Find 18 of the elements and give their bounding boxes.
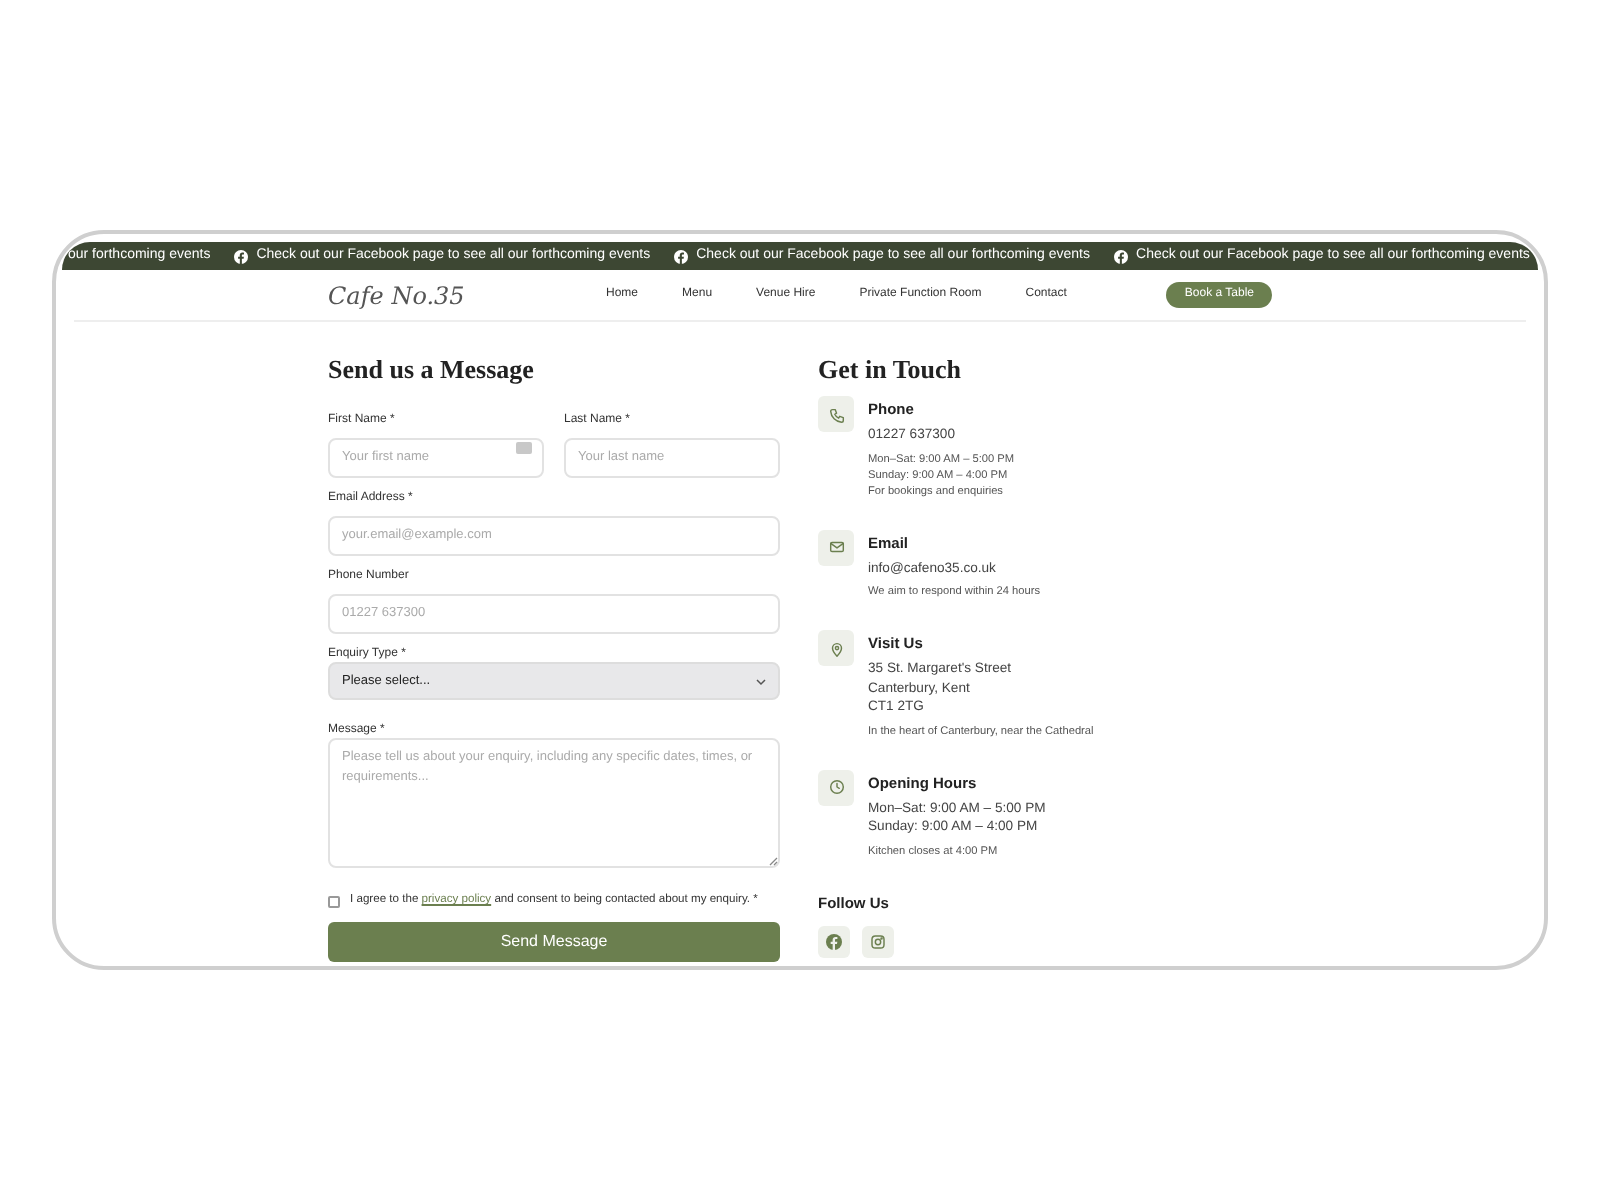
social-link[interactable] bbox=[862, 925, 894, 958]
phone-icon bbox=[827, 405, 845, 423]
logo[interactable]: Cafe No.35 bbox=[328, 277, 606, 313]
contact-heading: Get in Touch bbox=[818, 356, 964, 384]
clock-icon bbox=[827, 778, 845, 796]
facebook-icon bbox=[826, 933, 842, 950]
instagram-icon bbox=[870, 933, 886, 950]
form-heading: Send us a Message bbox=[328, 356, 536, 384]
checkbox[interactable] bbox=[328, 895, 340, 907]
facebook-icon bbox=[234, 249, 249, 263]
facebook-icon bbox=[1114, 249, 1129, 263]
map-pin-icon bbox=[827, 639, 845, 657]
facebook-icon bbox=[674, 249, 689, 263]
chevron-down-icon bbox=[756, 677, 766, 685]
send-message-button[interactable]: Send Message bbox=[328, 922, 780, 962]
resize-handle-icon[interactable] bbox=[768, 856, 778, 866]
envelope-icon bbox=[827, 538, 845, 556]
social-link[interactable] bbox=[818, 925, 850, 958]
